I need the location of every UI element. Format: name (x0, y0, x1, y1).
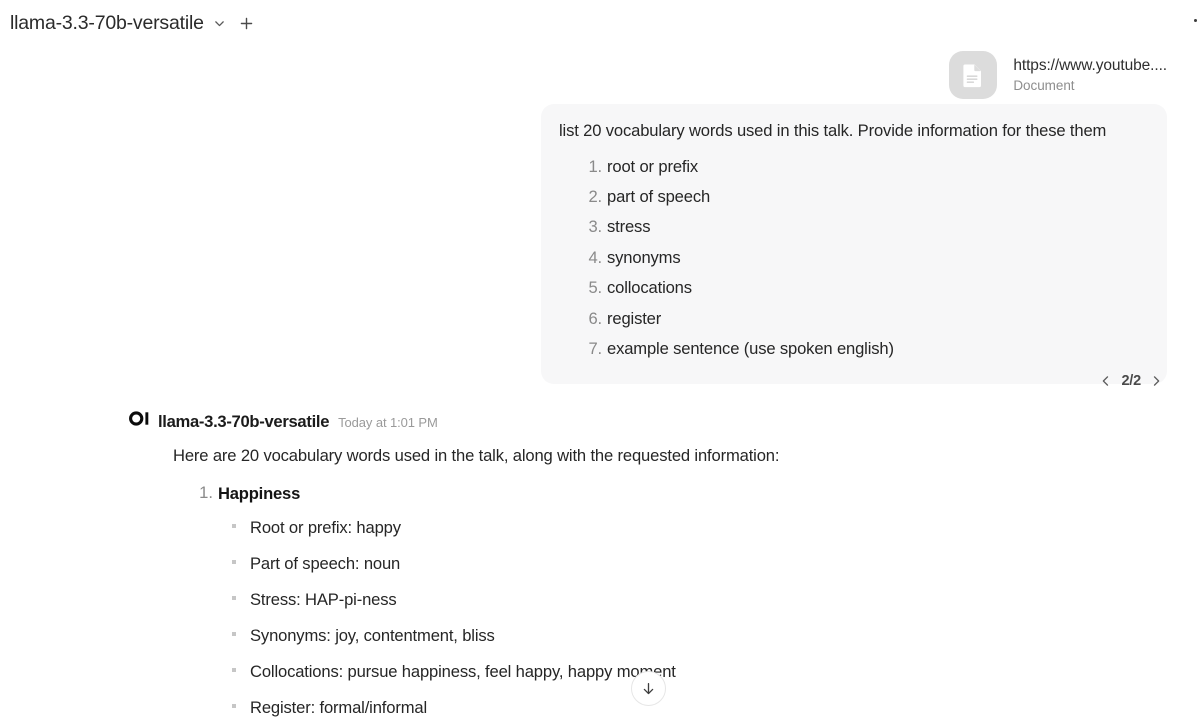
model-name-label: llama-3.3-70b-versatile (10, 11, 204, 34)
list-item: register (582, 308, 662, 330)
list-item: part of speech (582, 186, 711, 208)
attachment-title: https://www.youtube.... (1013, 57, 1167, 74)
conversation-area: https://www.youtube.... Document list 20… (0, 46, 1200, 727)
new-chat-button[interactable] (236, 12, 258, 34)
list-item: Happiness Root or prefix: happy Part of … (191, 483, 1178, 727)
model-selector[interactable]: llama-3.3-70b-versatile (10, 12, 226, 35)
list-item: synonyms (582, 247, 681, 269)
assistant-body: Here are 20 vocabulary words used in the… (173, 445, 1178, 727)
list-item: Register: formal/informal (232, 690, 1178, 726)
vocabulary-list: Happiness Root or prefix: happy Part of … (173, 483, 1178, 727)
top-bar: llama-3.3-70b-versatile (0, 0, 1200, 46)
plus-icon (240, 17, 253, 29)
list-item: Collocations: pursue happiness, feel hap… (232, 654, 1178, 690)
list-item: collocations (582, 277, 692, 299)
chevron-down-icon[interactable] (213, 17, 226, 30)
list-item: Root or prefix: happy (232, 510, 1178, 546)
user-message-text: list 20 vocabulary words used in this ta… (559, 121, 1107, 140)
assistant-intro-text: Here are 20 vocabulary words used in the… (173, 446, 780, 465)
message-pagination: 2/2 (1100, 373, 1162, 389)
list-item: Synonyms: joy, contentment, bliss (232, 618, 1178, 654)
vocab-detail-list: Root or prefix: happy Part of speech: no… (218, 510, 1178, 727)
attachment-subtitle: Document (1013, 78, 1075, 93)
list-item: Stress: HAP-pi-ness (232, 582, 1178, 618)
list-item: stress (582, 217, 651, 239)
oi-logo-icon (128, 410, 158, 427)
list-item: root or prefix (582, 156, 699, 178)
chevron-right-icon[interactable] (1150, 375, 1162, 387)
list-item: Part of speech: noun (232, 546, 1178, 582)
assistant-header: llama-3.3-70b-versatile Today at 1:01 PM (128, 410, 1178, 432)
arrow-down-icon (643, 682, 654, 695)
corner-indicator-dot (1194, 19, 1197, 22)
assistant-name-label: llama-3.3-70b-versatile (158, 412, 330, 431)
user-message-bubble: list 20 vocabulary words used in this ta… (541, 104, 1167, 384)
chevron-left-icon[interactable] (1100, 375, 1112, 387)
attachment-card[interactable]: https://www.youtube.... Document (949, 51, 1167, 99)
chat-app: llama-3.3-70b-versatile https://www.yout… (0, 0, 1200, 727)
list-item: example sentence (use spoken english) (582, 338, 894, 360)
vocab-word: Happiness (218, 484, 301, 504)
pagination-count: 2/2 (1121, 373, 1141, 389)
scroll-to-bottom-button[interactable] (631, 671, 666, 706)
assistant-timestamp: Today at 1:01 PM (338, 415, 438, 430)
user-request-list: root or prefix part of speech stress syn… (559, 151, 1145, 363)
document-icon (949, 51, 998, 99)
attachment-meta: https://www.youtube.... Document (1013, 57, 1167, 93)
